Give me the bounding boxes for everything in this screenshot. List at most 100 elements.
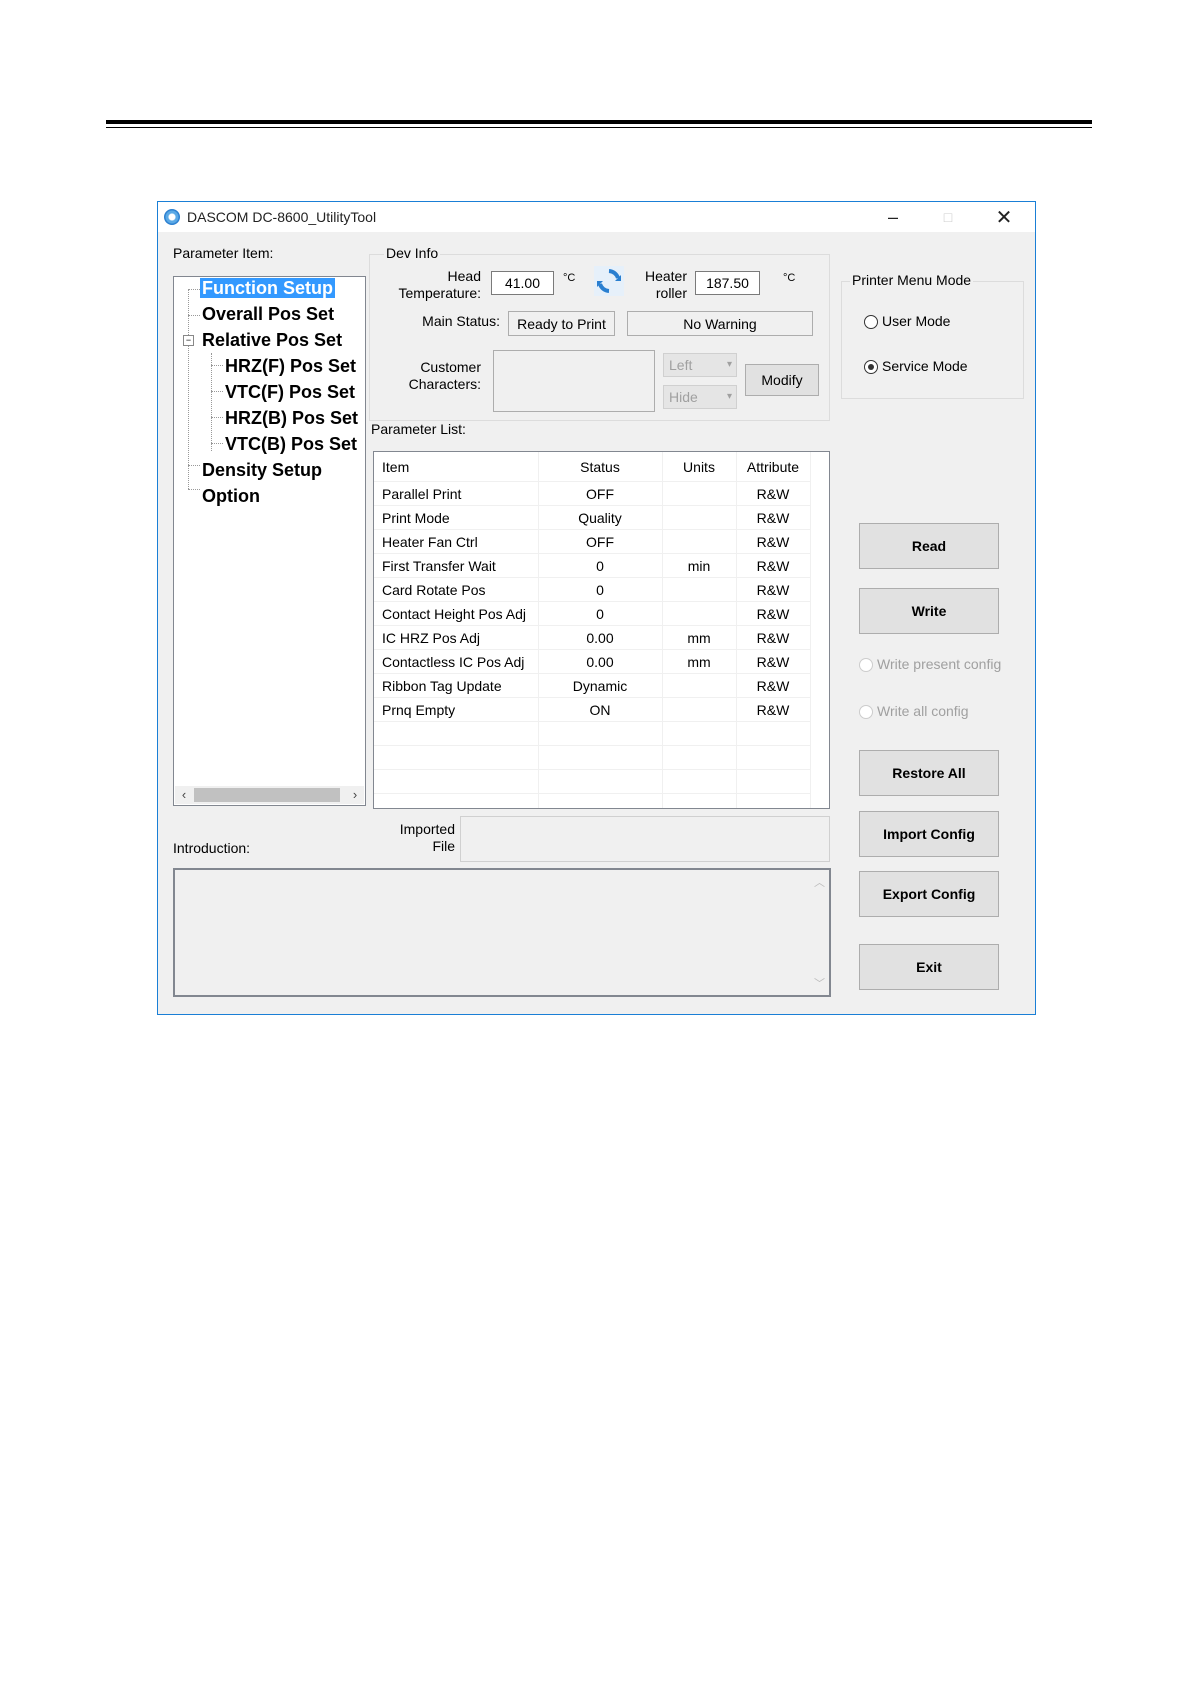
visibility-select[interactable]: Hide ▾ <box>663 385 737 409</box>
collapse-icon[interactable]: − <box>183 335 194 346</box>
align-select[interactable]: Left ▾ <box>663 353 737 377</box>
cell-status: OFF <box>538 481 663 506</box>
write-present-config-label[interactable]: Write present config <box>877 656 1001 672</box>
chevron-down-icon: ▾ <box>726 359 732 370</box>
scroll-right-icon[interactable]: › <box>346 786 364 804</box>
table-row[interactable]: Prnq Empty ON R&W <box>374 697 811 722</box>
cell-attribute: R&W <box>736 697 811 722</box>
cell-attribute: R&W <box>736 505 811 530</box>
main-status-label: Main Status: <box>422 313 500 329</box>
horizontal-scrollbar[interactable]: ‹ › <box>175 786 364 804</box>
utility-window: DASCOM DC-8600_UtilityTool – □ ✕ Paramet… <box>157 201 1036 1015</box>
maximize-button[interactable]: □ <box>923 202 973 232</box>
tree-line <box>211 353 212 451</box>
restore-all-button[interactable]: Restore All <box>859 750 999 796</box>
write-all-config-label[interactable]: Write all config <box>877 703 969 719</box>
heater-label-line1: Heater <box>644 268 687 284</box>
customer-characters-field[interactable] <box>493 350 655 412</box>
cell-attribute: R&W <box>736 649 811 674</box>
cell-attribute: R&W <box>736 481 811 506</box>
table-row[interactable]: Ribbon Tag Update Dynamic R&W <box>374 673 811 698</box>
cell-units <box>662 529 737 554</box>
modify-button[interactable]: Modify <box>745 364 819 396</box>
scroll-down-icon[interactable]: ﹀ <box>814 975 825 991</box>
service-mode-radio[interactable] <box>864 360 878 374</box>
table-row[interactable]: IC HRZ Pos Adj 0.00 mm R&W <box>374 625 811 650</box>
cell-item: Parallel Print <box>374 481 539 506</box>
exit-button[interactable]: Exit <box>859 944 999 990</box>
refresh-icon[interactable] <box>594 266 624 296</box>
table-row[interactable]: Card Rotate Pos 0 R&W <box>374 577 811 602</box>
heater-celsius-unit: °C <box>783 272 796 284</box>
main-status-field: Ready to Print <box>508 311 615 336</box>
window-title: DASCOM DC-8600_UtilityTool <box>187 209 377 225</box>
parameter-item-label: Parameter Item: <box>173 245 274 261</box>
tree-item-vtc-f-pos-set[interactable]: VTC(F) Pos Set <box>225 382 355 403</box>
table-row[interactable]: Heater Fan Ctrl OFF R&W <box>374 529 811 554</box>
cell-units <box>662 601 737 626</box>
read-button[interactable]: Read <box>859 523 999 569</box>
cell-item: Card Rotate Pos <box>374 577 539 602</box>
table-row[interactable]: Parallel Print OFF R&W <box>374 481 811 506</box>
user-mode-label[interactable]: User Mode <box>882 313 950 329</box>
cell-status: ON <box>538 697 663 722</box>
introduction-label: Introduction: <box>173 840 251 856</box>
table-row[interactable]: Print Mode Quality R&W <box>374 505 811 530</box>
warning-field: No Warning <box>627 311 813 336</box>
cell-status: 0.00 <box>538 649 663 674</box>
cell-units <box>662 505 737 530</box>
table-row[interactable]: Contactless IC Pos Adj 0.00 mm R&W <box>374 649 811 674</box>
tree-item-function-setup[interactable]: Function Setup <box>200 278 335 299</box>
title-bar[interactable]: DASCOM DC-8600_UtilityTool – □ ✕ <box>158 202 1035 232</box>
tree-line <box>211 365 223 366</box>
write-all-config-radio[interactable] <box>859 705 873 719</box>
cell-status: 0 <box>538 577 663 602</box>
tree-line <box>188 289 200 290</box>
scroll-thumb[interactable] <box>194 788 340 802</box>
vertical-scrollbar[interactable]: ︿ ﹀ <box>811 872 827 993</box>
col-header-status[interactable]: Status <box>538 452 663 482</box>
tree-item-hrz-b-pos-set[interactable]: HRZ(B) Pos Set <box>225 408 358 429</box>
cell-units <box>662 481 737 506</box>
minimize-button[interactable]: – <box>868 202 918 232</box>
tree-item-option[interactable]: Option <box>202 486 260 507</box>
tree-item-hrz-f-pos-set[interactable]: HRZ(F) Pos Set <box>225 356 356 377</box>
tree-item-relative-pos-set[interactable]: Relative Pos Set <box>202 330 342 351</box>
table-row[interactable]: First Transfer Wait 0 min R&W <box>374 553 811 578</box>
user-mode-radio[interactable] <box>864 315 878 329</box>
cell-attribute: R&W <box>736 577 811 602</box>
scroll-up-icon[interactable]: ︿ <box>814 874 825 890</box>
service-mode-label[interactable]: Service Mode <box>882 358 968 374</box>
cell-status: Quality <box>538 505 663 530</box>
write-button[interactable]: Write <box>859 588 999 634</box>
close-button[interactable]: ✕ <box>979 202 1029 232</box>
export-config-button[interactable]: Export Config <box>859 871 999 917</box>
customer-label-line1: Customer <box>420 359 481 375</box>
tree-item-overall-pos-set[interactable]: Overall Pos Set <box>202 304 334 325</box>
heater-label-line2: roller <box>655 285 687 301</box>
tree-line <box>211 391 223 392</box>
empty-row <box>374 721 811 746</box>
tree-item-density-setup[interactable]: Density Setup <box>202 460 322 481</box>
cell-attribute: R&W <box>736 601 811 626</box>
introduction-textbox[interactable]: ︿ ﹀ <box>173 868 831 997</box>
tree-item-vtc-b-pos-set[interactable]: VTC(B) Pos Set <box>225 434 357 455</box>
col-header-attribute[interactable]: Attribute <box>736 452 811 482</box>
printer-menu-mode-label: Printer Menu Mode <box>850 272 974 288</box>
tree-line <box>188 465 200 466</box>
header-rule-thin <box>106 127 1092 128</box>
import-config-button[interactable]: Import Config <box>859 811 999 857</box>
customer-label-line2: Characters: <box>408 376 481 392</box>
write-present-config-radio[interactable] <box>859 658 873 672</box>
cell-item: Heater Fan Ctrl <box>374 529 539 554</box>
cell-attribute: R&W <box>736 529 811 554</box>
parameter-list[interactable]: Item Status Units Attribute Parallel Pri… <box>373 451 830 809</box>
col-header-units[interactable]: Units <box>662 452 737 482</box>
scroll-left-icon[interactable]: ‹ <box>175 786 193 804</box>
cell-item: Prnq Empty <box>374 697 539 722</box>
table-row[interactable]: Contact Height Pos Adj 0 R&W <box>374 601 811 626</box>
col-header-item[interactable]: Item <box>374 452 539 482</box>
parameter-tree[interactable]: − Function Setup Overall Pos Set Relativ… <box>173 276 366 806</box>
cell-status: Dynamic <box>538 673 663 698</box>
empty-row <box>374 793 811 808</box>
